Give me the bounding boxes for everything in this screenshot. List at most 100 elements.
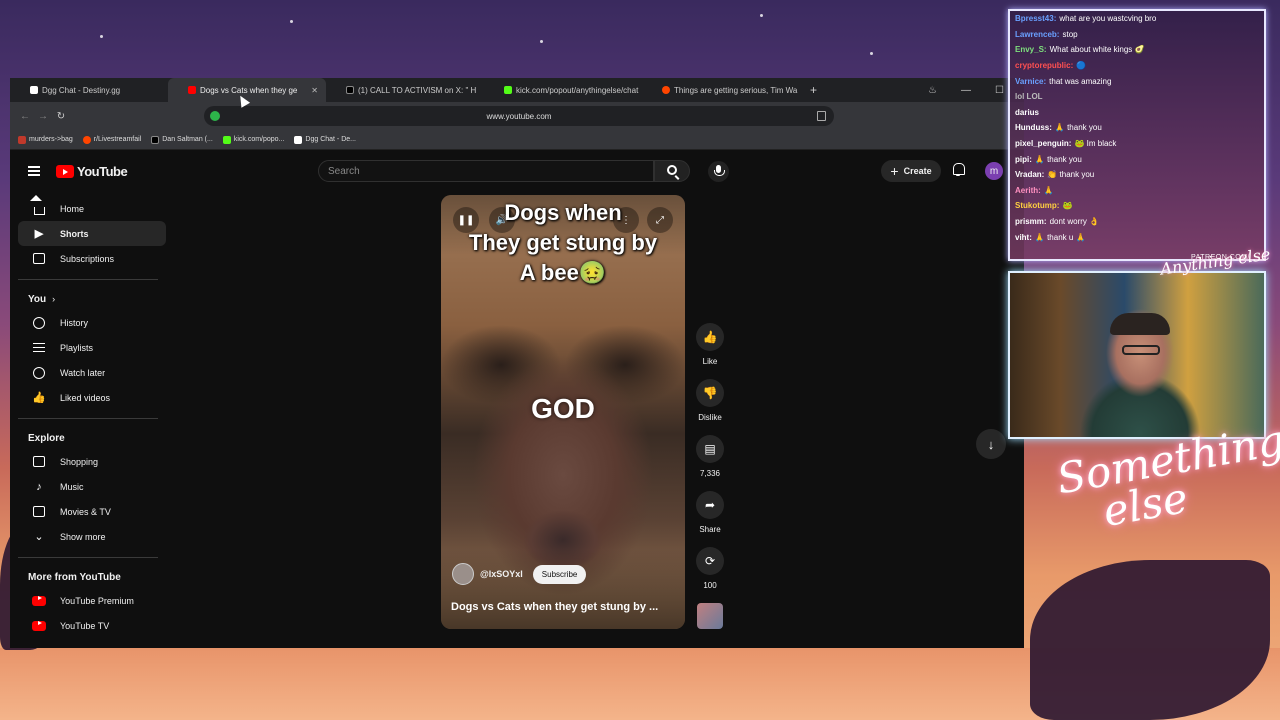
background-star <box>540 40 543 43</box>
dislike-button[interactable]: 👎 Dislike <box>693 379 727 435</box>
flame-icon[interactable]: ♨ <box>928 85 937 96</box>
sidebar-item-watch-later[interactable]: Watch later <box>18 360 166 385</box>
chevron-down-icon: ⌄ <box>34 531 44 543</box>
browser-tab[interactable]: kick.com/popout/anythingelse/chat <box>484 78 642 102</box>
sidebar-item-home[interactable]: Home <box>18 196 166 221</box>
sidebar-item-shopping[interactable]: Shopping <box>18 449 166 474</box>
background-star <box>100 35 103 38</box>
next-video-arrow-icon[interactable]: ↓ <box>976 429 1006 459</box>
chat-text: 🙏 <box>1043 185 1054 195</box>
sidebar-item-youtube-tv[interactable]: YouTube TV <box>18 613 166 638</box>
tab-favicon-icon <box>30 86 38 94</box>
chat-text: dont worry 👌 <box>1049 217 1100 227</box>
maximize-icon[interactable]: ☐ <box>995 85 1004 96</box>
sidebar-item-history[interactable]: History <box>18 310 166 335</box>
remix-count: 100 <box>703 581 717 590</box>
chat-message: pipi: 🙏 thank you <box>1010 151 1264 167</box>
background-star <box>290 20 293 23</box>
bookmark-item[interactable]: kick.com/popo... <box>222 135 284 144</box>
share-button[interactable]: ➦ Share <box>693 491 727 547</box>
chat-username: Hunduss: <box>1015 123 1052 133</box>
chat-message: Vradan: 👏 thank you <box>1010 167 1264 183</box>
chat-text: 🙏 thank u 🙏 <box>1034 232 1086 242</box>
chat-message: prismm: dont worry 👌 <box>1010 214 1264 230</box>
kick-favicon-icon <box>222 135 231 144</box>
bookmark-item[interactable]: Dan Saltman (... <box>151 135 213 144</box>
subscribe-button[interactable]: Subscribe <box>532 564 587 584</box>
tab-label: kick.com/popout/anythingelse/chat <box>516 85 639 95</box>
create-button[interactable]: + Create <box>881 160 941 182</box>
back-icon[interactable]: ← <box>16 111 34 122</box>
chat-message: Hunduss: 🙏 thank you <box>1010 120 1264 136</box>
chat-text: stop <box>1062 29 1078 39</box>
chat-message: Varnice: that was amazing <box>1010 73 1264 89</box>
sidebar-item-label: Music <box>60 481 84 492</box>
comments-button[interactable]: ▤ 7,336 <box>693 435 727 491</box>
menu-icon[interactable] <box>28 166 40 176</box>
sidebar-item-shorts[interactable]: ▶ Shorts <box>18 221 166 246</box>
shield-icon[interactable] <box>210 111 220 121</box>
chat-message: cryptorepublic: 🔵 <box>1010 58 1264 74</box>
browser-tab[interactable]: (1) CALL TO ACTIVISM on X: " H <box>326 78 484 102</box>
forward-icon[interactable]: → <box>34 111 52 122</box>
liked-videos-icon: 👍 <box>32 392 46 404</box>
tab-label: Dgg Chat - Destiny.gg <box>42 85 121 95</box>
section-title: You <box>28 293 47 305</box>
chat-text: what are you wastcving bro <box>1059 14 1157 24</box>
video-caption-line: A bee🤢 <box>519 260 607 285</box>
minimize-icon[interactable]: — <box>961 85 971 96</box>
shorts-icon: ▶ <box>34 228 44 240</box>
section-title: More from YouTube <box>28 571 121 583</box>
remix-button[interactable]: ⟳ 100 <box>693 547 727 603</box>
sidebar-item-liked-videos[interactable]: 👍 Liked videos <box>18 385 166 410</box>
short-video-player[interactable]: ❚❚ 🔊 ⋮ ⤢ Dogs when They get stung by A b… <box>441 195 685 629</box>
channel-avatar[interactable] <box>452 563 474 585</box>
extension-icon[interactable] <box>817 111 826 121</box>
sidebar-section-you[interactable]: You › <box>18 288 166 310</box>
video-title[interactable]: Dogs vs Cats when they get stung by ... <box>451 601 658 613</box>
search-input[interactable]: Search <box>318 160 654 182</box>
youtube-page: YouTube Search + Create m Home ▶ Shorts … <box>10 150 1024 648</box>
new-tab-button[interactable]: + <box>800 83 827 97</box>
background-palm <box>1030 560 1270 720</box>
sidebar-item-playlists[interactable]: Playlists <box>18 335 166 360</box>
x-favicon-icon <box>151 135 160 144</box>
search-button[interactable] <box>654 160 690 182</box>
reload-icon[interactable]: ↻ <box>52 111 70 122</box>
voice-search-icon[interactable] <box>708 161 729 182</box>
bookmark-label: murders->bag <box>29 136 73 143</box>
sidebar-item-music[interactable]: ♪ Music <box>18 474 166 499</box>
thumbs-down-icon: 👎 <box>696 379 724 407</box>
chat-message: lol LOL <box>1010 89 1264 105</box>
sidebar-item-subscriptions[interactable]: Subscriptions <box>18 246 166 271</box>
youtube-favicon-icon <box>188 86 196 94</box>
share-label: Share <box>699 525 721 534</box>
sidebar-item-label: Home <box>60 203 85 214</box>
bookmark-item[interactable]: r/Livestreamfail <box>82 135 141 144</box>
chat-username: Lawrenceb: <box>1015 29 1060 39</box>
chat-username: lol LOL <box>1015 92 1043 102</box>
bookmarks-bar: murders->bag r/Livestreamfail Dan Saltma… <box>10 130 1024 150</box>
sidebar-item-youtube-premium[interactable]: YouTube Premium <box>18 588 166 613</box>
bookmark-item[interactable]: Dgg Chat - De... <box>294 135 356 144</box>
chat-message: Lawrenceb: stop <box>1010 27 1264 43</box>
browser-tab[interactable]: Dgg Chat - Destiny.gg <box>10 78 168 102</box>
notifications-bell-icon[interactable] <box>952 163 965 176</box>
bookmark-favicon-icon <box>294 135 303 144</box>
browser-tab[interactable]: Things are getting serious, Tim Wa <box>642 78 800 102</box>
sound-thumbnail[interactable] <box>697 603 723 629</box>
youtube-logo[interactable]: YouTube <box>56 164 128 179</box>
section-title: Explore <box>28 432 65 444</box>
channel-name[interactable]: @lxSOYxl <box>480 569 523 579</box>
playlists-icon <box>32 341 46 355</box>
webcam-person-glasses <box>1122 345 1160 355</box>
address-bar: ← → ↻ www.youtube.com <box>10 102 1024 130</box>
sidebar-item-show-more[interactable]: ⌄ Show more <box>18 524 166 549</box>
avatar[interactable]: m <box>985 162 1003 180</box>
sidebar-item-movies-tv[interactable]: Movies & TV <box>18 499 166 524</box>
like-button[interactable]: 👍 Like <box>693 323 727 379</box>
close-icon[interactable]: ✕ <box>311 86 318 95</box>
url-field[interactable]: www.youtube.com <box>204 106 834 126</box>
sidebar-item-label: Show more <box>60 531 106 542</box>
bookmark-item[interactable]: murders->bag <box>18 135 73 144</box>
